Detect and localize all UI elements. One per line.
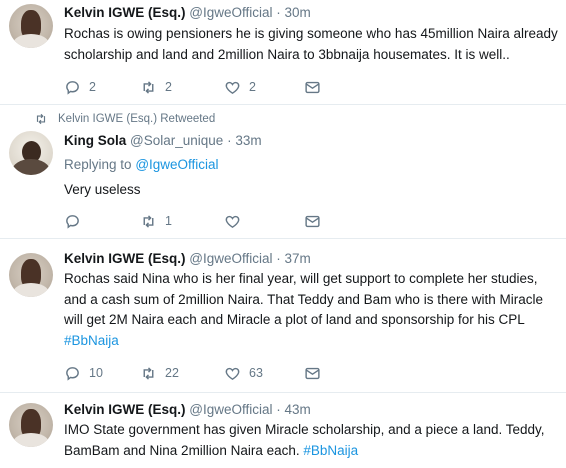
author-name[interactable]: Kelvin IGWE (Esq.) [64,251,186,266]
author-handle[interactable]: @IgweOfficial [189,251,272,266]
like-button[interactable] [224,211,249,231]
author-handle[interactable]: @Solar_unique [130,133,223,148]
retweet-count: 22 [165,366,179,380]
tweet-time[interactable]: 43m [285,402,311,417]
avatar[interactable] [9,403,53,447]
reply-button[interactable] [64,211,89,231]
tweet[interactable]: Kelvin IGWE (Esq.) @IgweOfficial · 43m I… [0,392,566,468]
tweet-text: IMO State government has given Miracle s… [64,420,564,461]
retweet-button[interactable]: 22 [140,363,179,383]
tweet-header: Kelvin IGWE (Esq.) @IgweOfficial · 37m [64,250,311,268]
tweet[interactable]: Kelvin IGWE (Esq.) @IgweOfficial · 37m R… [0,238,566,393]
tweet-text-line: will get 2M Naira each and Miracle a plo… [64,312,525,327]
replying-to-handle[interactable]: @IgweOfficial [135,157,218,172]
reply-button[interactable]: 2 [64,77,96,97]
message-icon [305,81,320,93]
reply-button[interactable]: 10 [64,363,103,383]
time-separator: · [272,402,285,417]
retweet-button[interactable]: 2 [140,77,172,97]
tweet-text-line: BamBam and Nina 2million Naira each. [64,442,300,458]
retweet-icon [143,214,154,228]
heart-icon [225,367,240,380]
hashtag-link[interactable]: #BbNaija [64,333,119,348]
reply-icon [66,366,79,381]
tweet-actions: 10 22 63 [64,363,464,383]
like-count: 63 [249,366,263,380]
retweet-icon [143,366,154,380]
tweet-text-line: and a cash sum of 2million Naira. That T… [64,291,543,307]
tweet-actions: 1 [64,211,464,231]
tweet[interactable]: King Sola @Solar_unique · 33m Replying t… [0,104,566,239]
tweet-text-line: Rochas said Nina who is her final year, … [64,271,538,286]
retweet-button[interactable]: 1 [140,211,172,231]
tweet-text: Very useless [64,180,564,201]
avatar-body [12,159,50,175]
tweet-actions: 2 2 2 [64,77,464,97]
time-separator: · [272,5,285,20]
like-count: 2 [249,80,256,94]
avatar[interactable] [9,131,53,175]
author-name[interactable]: Kelvin IGWE (Esq.) [64,402,186,417]
tweet-header: Kelvin IGWE (Esq.) @IgweOfficial · 43m [64,401,311,419]
tweet-time[interactable]: 33m [235,133,261,148]
tweet-text-line: IMO State government has given Miracle s… [64,422,545,437]
avatar-body [13,433,49,447]
reply-count: 10 [89,366,103,380]
tweet-text-line: scholarship and land and 2million Naira … [64,46,510,62]
tweet-header: King Sola @Solar_unique · 33m [64,132,262,150]
reply-icon [66,80,79,95]
heart-icon [225,81,240,94]
hashtag-link[interactable]: #BbNaija [303,443,358,458]
tweet-text-line: Rochas is owing pensioners he is giving … [64,26,558,41]
tweet-time[interactable]: 30m [285,5,311,20]
reply-icon [66,214,79,229]
message-icon [305,367,320,379]
retweet-icon [143,80,154,94]
direct-message-button[interactable] [304,211,321,231]
time-separator: · [223,133,236,148]
avatar-body [13,34,49,48]
tweet-text-line: Very useless [64,182,141,197]
time-separator: · [272,251,285,266]
avatar[interactable] [9,4,53,48]
tweet[interactable]: Kelvin IGWE (Esq.) @IgweOfficial · 30m R… [0,0,566,105]
tweet-text: Rochas said Nina who is her final year, … [64,269,564,351]
author-name[interactable]: Kelvin IGWE (Esq.) [64,5,186,20]
tweet-text: Rochas is owing pensioners he is giving … [64,24,564,65]
tweet-time[interactable]: 37m [285,251,311,266]
author-handle[interactable]: @IgweOfficial [189,402,272,417]
replying-to-label: Replying to [64,157,132,172]
reply-count: 2 [89,80,96,94]
avatar-body [13,283,49,297]
like-button[interactable]: 2 [224,77,256,97]
retweet-count: 1 [165,214,172,228]
direct-message-button[interactable] [304,363,321,383]
author-name[interactable]: King Sola [64,133,126,148]
message-icon [305,215,320,227]
retweet-count: 2 [165,80,172,94]
heart-icon [225,215,240,228]
tweet-header: Kelvin IGWE (Esq.) @IgweOfficial · 30m [64,4,311,22]
like-button[interactable]: 63 [224,363,263,383]
replying-to: Replying to @IgweOfficial [64,156,219,174]
author-handle[interactable]: @IgweOfficial [189,5,272,20]
direct-message-button[interactable] [304,77,321,97]
timeline: Kelvin IGWE (Esq.) @IgweOfficial · 30m R… [0,0,566,468]
avatar[interactable] [9,253,53,297]
